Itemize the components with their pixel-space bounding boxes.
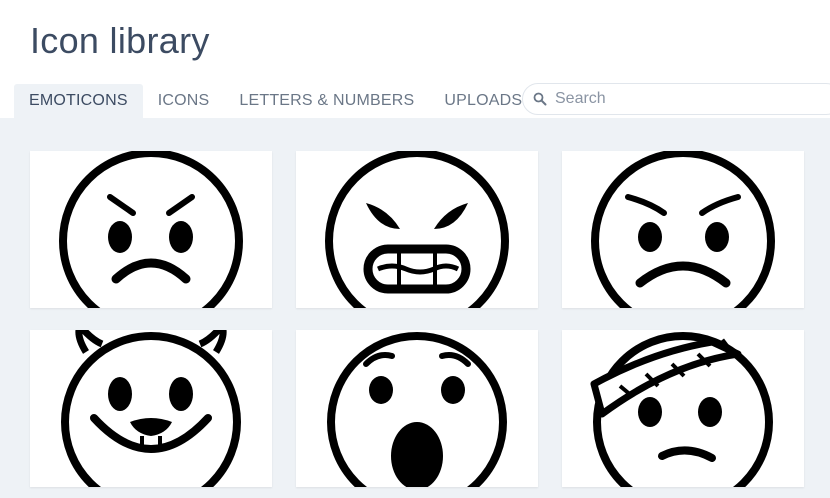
category-tabs: EMOTICONS ICONS LETTERS & NUMBERS UPLOAD… — [14, 84, 537, 118]
bandaged-face-icon — [590, 332, 773, 487]
shocked-face-icon — [327, 332, 507, 487]
icon-grid — [0, 118, 830, 498]
search-input[interactable] — [555, 84, 825, 114]
tab-icons[interactable]: ICONS — [143, 84, 225, 118]
page-title: Icon library — [30, 20, 210, 61]
icon-card-grimacing[interactable] — [296, 151, 538, 308]
icon-card-shocked[interactable] — [296, 330, 538, 487]
tab-letters-numbers[interactable]: LETTERS & NUMBERS — [224, 84, 429, 118]
grimacing-angry-face-icon — [325, 151, 509, 308]
devil-face-icon — [61, 330, 241, 487]
tab-uploads[interactable]: UPLOADS — [429, 84, 537, 118]
header: Icon library — [0, 0, 830, 84]
icon-card-bandaged[interactable] — [562, 330, 804, 487]
icon-card-devil[interactable] — [30, 330, 272, 487]
search-box[interactable] — [522, 83, 830, 115]
frowning-face-icon — [591, 151, 775, 308]
tab-emoticons[interactable]: EMOTICONS — [14, 84, 143, 118]
search-icon — [533, 92, 547, 106]
angry-face-icon — [59, 151, 243, 308]
icon-card-angry[interactable] — [30, 151, 272, 308]
icon-card-frowning[interactable] — [562, 151, 804, 308]
